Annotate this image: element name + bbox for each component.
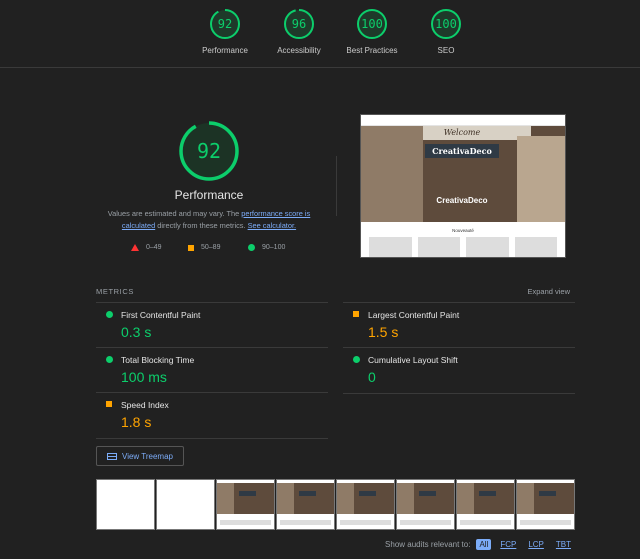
screenshot-nav	[361, 115, 565, 126]
metric-name: Largest Contentful Paint	[368, 310, 460, 320]
screenshot-brand: CreativaDeco	[436, 196, 488, 205]
screenshot-products	[361, 233, 565, 257]
metric-value: 100 ms	[121, 369, 167, 385]
filter-tbt[interactable]: TBT	[553, 539, 574, 550]
view-treemap-button[interactable]: View Treemap	[96, 446, 184, 466]
pass-circle-icon	[353, 356, 360, 363]
filmstrip-frame	[456, 479, 515, 530]
legend-label: 90–100	[262, 244, 286, 251]
screenshot-sign: CreativaDeco	[425, 144, 499, 158]
legend-label: 50–89	[201, 244, 221, 251]
metric-name: Cumulative Layout Shift	[368, 355, 458, 365]
filmstrip-frame	[336, 479, 395, 530]
divider	[336, 156, 337, 216]
performance-gauge: 92	[178, 120, 240, 182]
final-screenshot[interactable]: Welcome CreativaDeco CreativaDeco Nouvea…	[360, 114, 566, 258]
filter-lcp[interactable]: LCP	[525, 539, 547, 550]
gauge-label: SEO	[437, 46, 455, 55]
metric-fcp[interactable]: First Contentful Paint 0.3 s	[96, 302, 328, 348]
metric-speed-index[interactable]: Speed Index 1.8 s	[96, 392, 328, 439]
treemap-label: View Treemap	[122, 451, 173, 461]
performance-score: 92	[196, 139, 222, 163]
calculator-link[interactable]: See calculator.	[248, 221, 296, 230]
metric-value: 1.8 s	[121, 414, 152, 430]
filmstrip-frame	[396, 479, 455, 530]
metric-name: First Contentful Paint	[121, 310, 201, 320]
audit-filter-label: Show audits relevant to:	[385, 540, 471, 549]
average-square-icon	[353, 311, 359, 317]
description-text: directly from these metrics.	[155, 221, 248, 230]
metric-name: Total Blocking Time	[121, 355, 195, 365]
legend-label: 0–49	[146, 244, 162, 251]
average-square-icon	[106, 401, 112, 407]
metric-cls[interactable]: Cumulative Layout Shift 0	[343, 347, 575, 394]
metric-tbt[interactable]: Total Blocking Time 100 ms	[96, 347, 328, 393]
metrics-heading: METRICS	[96, 287, 134, 296]
metric-value: 1.5 s	[368, 324, 399, 340]
pass-circle-icon	[106, 356, 113, 363]
screenshot-welcome: Welcome	[443, 128, 481, 137]
filmstrip-frame	[156, 479, 215, 530]
metric-value: 0.3 s	[121, 324, 152, 340]
legend-fail: 0–49	[131, 244, 162, 251]
gauge-score: 100	[435, 17, 457, 31]
average-square-icon	[188, 244, 194, 251]
metric-lcp[interactable]: Largest Contentful Paint 1.5 s	[343, 302, 575, 348]
audit-filter: Show audits relevant to: All FCP LCP TBT	[385, 539, 574, 550]
treemap-icon	[107, 452, 117, 460]
metric-value: 0	[368, 369, 376, 385]
filmstrip-frame	[96, 479, 155, 530]
description-text: Values are estimated and may vary. The	[107, 209, 242, 218]
filmstrip-frame	[216, 479, 275, 530]
category-scores-bar: 92 Performance 96 Accessibility 100 Best…	[0, 0, 640, 68]
expand-view-button[interactable]: Expand view	[527, 287, 570, 296]
pass-circle-icon	[106, 311, 113, 318]
filter-all[interactable]: All	[476, 539, 492, 550]
gauge-seo[interactable]: 100 SEO	[401, 8, 491, 55]
filter-fcp[interactable]: FCP	[497, 539, 519, 550]
performance-description: Values are estimated and may vary. The p…	[98, 208, 320, 232]
filmstrip-frame	[516, 479, 575, 530]
legend-average: 50–89	[188, 244, 220, 251]
fail-triangle-icon	[131, 244, 139, 251]
metric-name: Speed Index	[121, 400, 169, 410]
performance-title: Performance	[174, 188, 244, 202]
pass-circle-icon	[248, 244, 255, 251]
legend-pass: 90–100	[248, 244, 285, 251]
screenshot-hero: Welcome CreativaDeco CreativaDeco	[361, 126, 565, 222]
filmstrip	[96, 479, 575, 530]
filmstrip-frame	[276, 479, 335, 530]
